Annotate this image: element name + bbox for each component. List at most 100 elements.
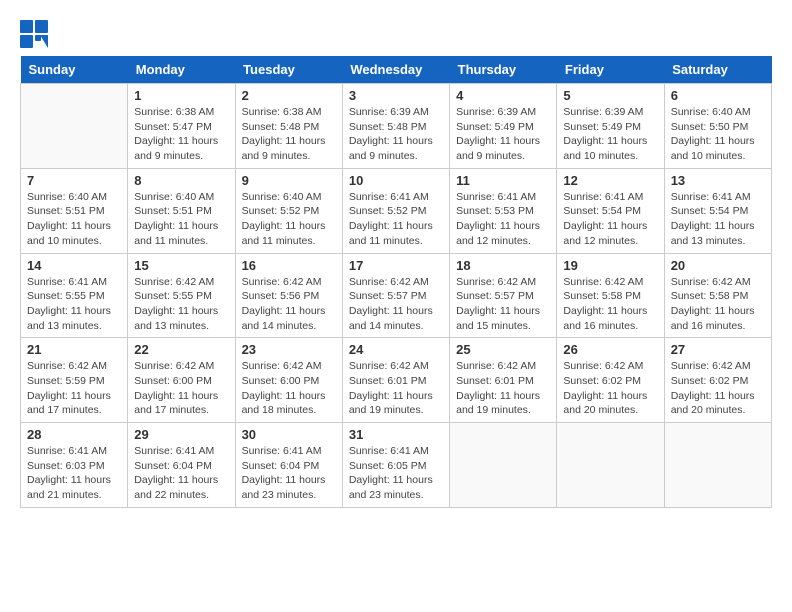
calendar-week-row: 28 Sunrise: 6:41 AMSunset: 6:03 PMDayligh… [21,423,772,508]
calendar-cell [450,423,557,508]
calendar-cell: 19 Sunrise: 6:42 AMSunset: 5:58 PMDayligh… [557,253,664,338]
day-number: 31 [349,427,443,442]
day-info: Sunrise: 6:40 AMSunset: 5:51 PMDaylight:… [27,190,121,249]
calendar-cell [21,84,128,169]
day-number: 20 [671,258,765,273]
day-info: Sunrise: 6:42 AMSunset: 5:58 PMDaylight:… [563,275,657,334]
weekday-header-friday: Friday [557,56,664,84]
day-number: 13 [671,173,765,188]
day-info: Sunrise: 6:40 AMSunset: 5:52 PMDaylight:… [242,190,336,249]
day-info: Sunrise: 6:42 AMSunset: 6:01 PMDaylight:… [456,359,550,418]
calendar-cell: 27 Sunrise: 6:42 AMSunset: 6:02 PMDayligh… [664,338,771,423]
day-number: 10 [349,173,443,188]
calendar-cell: 20Sunrise: 6:42 AMSunset: 5:58 PMDayligh… [664,253,771,338]
day-info: Sunrise: 6:42 AMSunset: 5:56 PMDaylight:… [242,275,336,334]
day-info: Sunrise: 6:41 AMSunset: 5:54 PMDaylight:… [563,190,657,249]
day-info: Sunrise: 6:42 AMSunset: 6:02 PMDaylight:… [671,359,765,418]
logo-icon [20,20,48,48]
day-number: 17 [349,258,443,273]
day-info: Sunrise: 6:41 AMSunset: 5:54 PMDaylight:… [671,190,765,249]
day-info: Sunrise: 6:42 AMSunset: 5:57 PMDaylight:… [349,275,443,334]
logo [20,20,52,48]
day-info: Sunrise: 6:41 AMSunset: 6:05 PMDaylight:… [349,444,443,503]
calendar-cell: 15Sunrise: 6:42 AMSunset: 5:55 PMDayligh… [128,253,235,338]
page-header [20,20,772,48]
calendar-cell: 13 Sunrise: 6:41 AMSunset: 5:54 PMDayligh… [664,168,771,253]
calendar-cell: 2 Sunrise: 6:38 AMSunset: 5:48 PMDaylight… [235,84,342,169]
calendar-cell: 14 Sunrise: 6:41 AMSunset: 5:55 PMDayligh… [21,253,128,338]
day-number: 14 [27,258,121,273]
day-info: Sunrise: 6:41 AMSunset: 5:53 PMDaylight:… [456,190,550,249]
day-number: 28 [27,427,121,442]
day-info: Sunrise: 6:42 AMSunset: 6:02 PMDaylight:… [563,359,657,418]
day-number: 25 [456,342,550,357]
weekday-header-sunday: Sunday [21,56,128,84]
calendar-cell: 9 Sunrise: 6:40 AMSunset: 5:52 PMDaylight… [235,168,342,253]
day-number: 1 [134,88,228,103]
day-number: 24 [349,342,443,357]
day-info: Sunrise: 6:41 AMSunset: 6:04 PMDaylight:… [242,444,336,503]
calendar-cell: 29Sunrise: 6:41 AMSunset: 6:04 PMDayligh… [128,423,235,508]
calendar-cell: 12 Sunrise: 6:41 AMSunset: 5:54 PMDayligh… [557,168,664,253]
calendar-cell: 23 Sunrise: 6:42 AMSunset: 6:00 PMDayligh… [235,338,342,423]
day-number: 21 [27,342,121,357]
day-number: 2 [242,88,336,103]
day-number: 5 [563,88,657,103]
day-number: 8 [134,173,228,188]
calendar-cell: 21 Sunrise: 6:42 AMSunset: 5:59 PMDayligh… [21,338,128,423]
calendar-cell: 31 Sunrise: 6:41 AMSunset: 6:05 PMDayligh… [342,423,449,508]
weekday-header-saturday: Saturday [664,56,771,84]
weekday-header-tuesday: Tuesday [235,56,342,84]
calendar-cell: 18Sunrise: 6:42 AMSunset: 5:57 PMDayligh… [450,253,557,338]
weekday-header-wednesday: Wednesday [342,56,449,84]
day-info: Sunrise: 6:40 AMSunset: 5:51 PMDaylight:… [134,190,228,249]
day-info: Sunrise: 6:41 AMSunset: 5:55 PMDaylight:… [27,275,121,334]
day-info: Sunrise: 6:41 AMSunset: 5:52 PMDaylight:… [349,190,443,249]
calendar-week-row: 7 Sunrise: 6:40 AMSunset: 5:51 PMDaylight… [21,168,772,253]
calendar-week-row: 14 Sunrise: 6:41 AMSunset: 5:55 PMDayligh… [21,253,772,338]
day-info: Sunrise: 6:42 AMSunset: 6:01 PMDaylight:… [349,359,443,418]
day-info: Sunrise: 6:40 AMSunset: 5:50 PMDaylight:… [671,105,765,164]
day-number: 7 [27,173,121,188]
day-number: 29 [134,427,228,442]
calendar-cell: 16 Sunrise: 6:42 AMSunset: 5:56 PMDayligh… [235,253,342,338]
weekday-header-thursday: Thursday [450,56,557,84]
day-number: 3 [349,88,443,103]
day-number: 15 [134,258,228,273]
calendar-table: SundayMondayTuesdayWednesdayThursdayFrid… [20,56,772,508]
calendar-cell: 10 Sunrise: 6:41 AMSunset: 5:52 PMDayligh… [342,168,449,253]
day-number: 16 [242,258,336,273]
day-info: Sunrise: 6:42 AMSunset: 5:59 PMDaylight:… [27,359,121,418]
calendar-cell [557,423,664,508]
day-number: 27 [671,342,765,357]
calendar-cell: 5Sunrise: 6:39 AMSunset: 5:49 PMDaylight… [557,84,664,169]
day-number: 26 [563,342,657,357]
calendar-header-row: SundayMondayTuesdayWednesdayThursdayFrid… [21,56,772,84]
day-number: 19 [563,258,657,273]
day-info: Sunrise: 6:41 AMSunset: 6:03 PMDaylight:… [27,444,121,503]
calendar-cell: 24 Sunrise: 6:42 AMSunset: 6:01 PMDayligh… [342,338,449,423]
calendar-cell [664,423,771,508]
calendar-week-row: 21 Sunrise: 6:42 AMSunset: 5:59 PMDayligh… [21,338,772,423]
calendar-cell: 25 Sunrise: 6:42 AMSunset: 6:01 PMDayligh… [450,338,557,423]
day-info: Sunrise: 6:38 AMSunset: 5:47 PMDaylight:… [134,105,228,164]
day-number: 12 [563,173,657,188]
calendar-cell: 6 Sunrise: 6:40 AMSunset: 5:50 PMDaylight… [664,84,771,169]
day-info: Sunrise: 6:42 AMSunset: 6:00 PMDaylight:… [242,359,336,418]
calendar-cell: 30 Sunrise: 6:41 AMSunset: 6:04 PMDayligh… [235,423,342,508]
day-number: 30 [242,427,336,442]
calendar-cell: 7 Sunrise: 6:40 AMSunset: 5:51 PMDaylight… [21,168,128,253]
day-number: 22 [134,342,228,357]
calendar-cell: 26 Sunrise: 6:42 AMSunset: 6:02 PMDayligh… [557,338,664,423]
day-number: 6 [671,88,765,103]
day-info: Sunrise: 6:38 AMSunset: 5:48 PMDaylight:… [242,105,336,164]
calendar-cell: 22Sunrise: 6:42 AMSunset: 6:00 PMDayligh… [128,338,235,423]
calendar-cell: 3 Sunrise: 6:39 AMSunset: 5:48 PMDaylight… [342,84,449,169]
calendar-cell: 28 Sunrise: 6:41 AMSunset: 6:03 PMDayligh… [21,423,128,508]
calendar-cell: 17 Sunrise: 6:42 AMSunset: 5:57 PMDayligh… [342,253,449,338]
calendar-week-row: 1 Sunrise: 6:38 AMSunset: 5:47 PMDaylight… [21,84,772,169]
day-number: 23 [242,342,336,357]
day-number: 9 [242,173,336,188]
day-info: Sunrise: 6:39 AMSunset: 5:48 PMDaylight:… [349,105,443,164]
day-number: 4 [456,88,550,103]
